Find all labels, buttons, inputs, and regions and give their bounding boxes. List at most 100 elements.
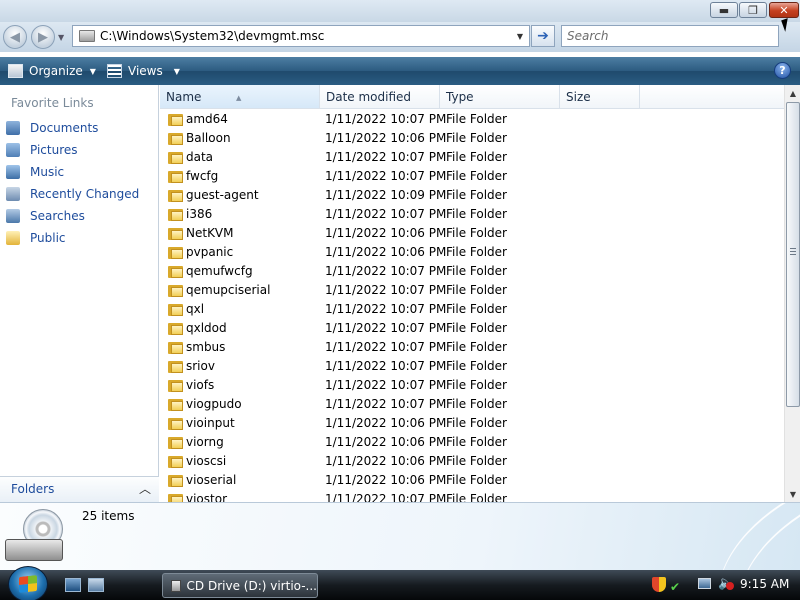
file-date-modified: 1/11/2022 10:07 PM [325, 112, 447, 126]
file-row[interactable]: vioscsi 1/11/2022 10:06 PM File Folder [160, 452, 784, 471]
organize-icon [8, 64, 23, 78]
network-icon[interactable] [698, 578, 711, 589]
show-desktop-icon[interactable] [65, 578, 81, 592]
nav-item-searches[interactable]: Searches [6, 207, 85, 225]
file-type: File Folder [446, 492, 507, 502]
forward-button[interactable]: ▶ [31, 25, 55, 49]
folders-toggle[interactable]: Folders ︿ [0, 476, 159, 502]
file-list: ▲ Name Date modified Type Size amd64 1/11… [160, 85, 784, 502]
minimize-button[interactable]: ▬ [710, 2, 738, 18]
recently-changed-icon [6, 187, 20, 201]
address-path[interactable]: C:\Windows\System32\devmgmt.msc [100, 29, 511, 43]
file-name: NetKVM [186, 226, 234, 240]
cd-drive-icon [171, 579, 181, 592]
vertical-scrollbar[interactable]: ▲ ▼ [784, 85, 800, 502]
nav-item-label: Music [30, 165, 65, 179]
file-type: File Folder [446, 112, 507, 126]
file-row[interactable]: NetKVM 1/11/2022 10:06 PM File Folder [160, 224, 784, 243]
file-row[interactable]: guest-agent 1/11/2022 10:09 PM File Folder [160, 186, 784, 205]
nav-item-pictures[interactable]: Pictures [6, 141, 78, 159]
file-row[interactable]: i386 1/11/2022 10:07 PM File Folder [160, 205, 784, 224]
file-row[interactable]: vioserial 1/11/2022 10:06 PM File Folder [160, 471, 784, 490]
go-button[interactable]: ➔ [531, 25, 555, 47]
column-header-name[interactable]: ▲ Name [160, 85, 320, 109]
file-row[interactable]: qemupciserial 1/11/2022 10:07 PM File Fold… [160, 281, 784, 300]
go-arrow-icon: ➔ [537, 28, 549, 44]
file-row[interactable]: data 1/11/2022 10:07 PM File Folder [160, 148, 784, 167]
file-row[interactable]: pvpanic 1/11/2022 10:06 PM File Folder [160, 243, 784, 262]
address-row: ◀ ▶ ▼ C:\Windows\System32\devmgmt.msc ▼ … [0, 22, 800, 52]
back-button[interactable]: ◀ [3, 25, 27, 49]
column-header-size[interactable]: Size [560, 85, 640, 109]
clock[interactable]: 9:15 AM [740, 577, 789, 591]
views-button[interactable]: Views ▼ [107, 62, 180, 80]
address-bar[interactable]: C:\Windows\System32\devmgmt.msc ▼ [72, 25, 530, 47]
file-type: File Folder [446, 302, 507, 316]
column-header-label: Date modified [326, 90, 412, 104]
file-row[interactable]: viogpudo 1/11/2022 10:07 PM File Folder [160, 395, 784, 414]
file-type: File Folder [446, 226, 507, 240]
column-header-label: Size [566, 90, 591, 104]
folder-icon [168, 303, 183, 316]
navigation-pane: Favorite Links Documents Pictures Music … [0, 85, 159, 502]
file-date-modified: 1/11/2022 10:06 PM [325, 435, 447, 449]
scroll-thumb[interactable] [786, 102, 800, 407]
documents-icon [6, 121, 20, 135]
column-header-type[interactable]: Type [440, 85, 560, 109]
file-type: File Folder [446, 435, 507, 449]
taskbar-window-button[interactable]: CD Drive (D:) virtio-... [162, 573, 318, 598]
start-button[interactable] [8, 566, 48, 600]
help-button[interactable]: ? [774, 62, 791, 79]
file-row[interactable]: vioinput 1/11/2022 10:06 PM File Folder [160, 414, 784, 433]
folder-icon [168, 246, 183, 259]
music-icon [6, 165, 20, 179]
file-row[interactable]: qemufwcfg 1/11/2022 10:07 PM File Folder [160, 262, 784, 281]
scroll-down-button[interactable]: ▼ [785, 486, 800, 502]
file-name: smbus [186, 340, 226, 354]
folder-icon [168, 284, 183, 297]
folder-icon [168, 436, 183, 449]
maximize-button[interactable]: ❐ [739, 2, 767, 18]
folder-icon [168, 474, 183, 487]
file-date-modified: 1/11/2022 10:07 PM [325, 207, 447, 221]
file-row[interactable]: viofs 1/11/2022 10:07 PM File Folder [160, 376, 784, 395]
organize-button[interactable]: Organize ▼ [8, 62, 96, 80]
checkmark-icon: ✔ [670, 580, 681, 594]
switch-windows-icon[interactable] [88, 578, 104, 592]
folder-icon [168, 455, 183, 468]
back-arrow-icon: ◀ [10, 29, 20, 45]
file-row[interactable]: qxl 1/11/2022 10:07 PM File Folder [160, 300, 784, 319]
nav-item-documents[interactable]: Documents [6, 119, 98, 137]
file-row[interactable]: viostor 1/11/2022 10:07 PM File Folder [160, 490, 784, 502]
file-date-modified: 1/11/2022 10:09 PM [325, 188, 447, 202]
file-row[interactable]: smbus 1/11/2022 10:07 PM File Folder [160, 338, 784, 357]
file-name: qxldod [186, 321, 227, 335]
file-row[interactable]: amd64 1/11/2022 10:07 PM File Folder [160, 110, 784, 129]
close-button[interactable]: ✕ [769, 2, 799, 18]
scroll-up-button[interactable]: ▲ [785, 85, 800, 101]
file-type: File Folder [446, 416, 507, 430]
file-type: File Folder [446, 359, 507, 373]
column-header-date-modified[interactable]: Date modified [320, 85, 440, 109]
column-header-filler [640, 85, 784, 109]
file-type: File Folder [446, 397, 507, 411]
file-row[interactable]: fwcfg 1/11/2022 10:07 PM File Folder [160, 167, 784, 186]
recent-pages-dropdown[interactable]: ▼ [58, 33, 64, 42]
nav-item-public[interactable]: Public [6, 229, 66, 247]
nav-item-label: Pictures [30, 143, 78, 157]
file-name: amd64 [186, 112, 228, 126]
nav-item-recently-changed[interactable]: Recently Changed [6, 185, 139, 203]
file-type: File Folder [446, 283, 507, 297]
search-input[interactable]: Search [561, 25, 779, 47]
nav-item-music[interactable]: Music [6, 163, 64, 181]
grip-icon [790, 248, 796, 256]
file-name: Balloon [186, 131, 231, 145]
security-shield-icon[interactable] [652, 577, 666, 592]
file-row[interactable]: qxldod 1/11/2022 10:07 PM File Folder [160, 319, 784, 338]
file-row[interactable]: viorng 1/11/2022 10:06 PM File Folder [160, 433, 784, 452]
file-row[interactable]: sriov 1/11/2022 10:07 PM File Folder [160, 357, 784, 376]
file-date-modified: 1/11/2022 10:07 PM [325, 492, 447, 502]
address-dropdown-icon[interactable]: ▼ [511, 32, 529, 41]
chevron-down-icon: ▼ [89, 66, 96, 76]
file-row[interactable]: Balloon 1/11/2022 10:06 PM File Folder [160, 129, 784, 148]
